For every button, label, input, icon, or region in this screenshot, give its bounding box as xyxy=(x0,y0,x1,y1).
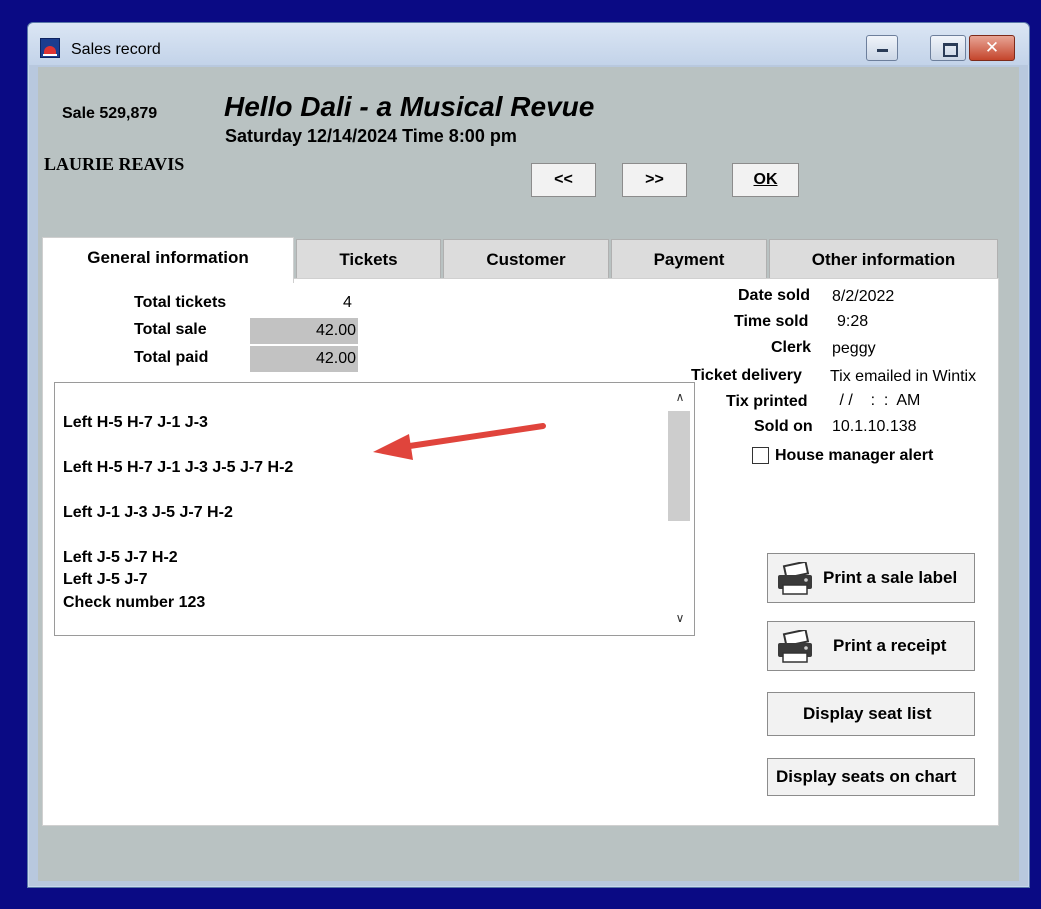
notes-line-text: Left H-5 H-7 J-1 J-3 J-5 J-7 H-2 xyxy=(63,459,294,476)
scroll-down-icon[interactable]: ∨ xyxy=(672,611,688,627)
maximize-button[interactable] xyxy=(930,35,966,61)
time-sold-value: 9:28 xyxy=(837,313,869,330)
tab-label: Payment xyxy=(653,250,725,269)
tab-general-information[interactable]: General information xyxy=(42,237,294,283)
tab-payment[interactable]: Payment xyxy=(611,239,767,279)
close-icon: ✕ xyxy=(984,38,1000,58)
client-area: Sale 529,879 Hello Dali - a Musical Revu… xyxy=(38,67,1019,881)
sold-on-label: Sold on xyxy=(754,418,813,435)
total-sale-label: Total sale xyxy=(134,321,207,338)
display-seats-on-chart-button[interactable]: Display seats on chart xyxy=(767,758,975,796)
tab-tickets[interactable]: Tickets xyxy=(296,239,441,279)
ticket-delivery-label: Ticket delivery xyxy=(691,367,802,384)
notes-line: Left J-5 J-7 xyxy=(63,571,148,588)
time-sold-label: Time sold xyxy=(734,313,809,330)
scroll-up-icon[interactable]: ∧ xyxy=(672,390,688,406)
notes-line: Left H-5 H-7 J-1 J-3 J-5 J-7 H-2 xyxy=(63,459,293,477)
print-receipt-button[interactable]: Print a receipt xyxy=(767,621,975,671)
tab-customer[interactable]: Customer xyxy=(443,239,609,279)
total-paid-value: 42.00 xyxy=(250,346,358,372)
next-record-button[interactable]: >> xyxy=(622,163,687,197)
minimize-button[interactable] xyxy=(866,35,898,61)
tab-label: Other information xyxy=(811,250,956,269)
display-seat-list-text: Display seat list xyxy=(803,704,932,723)
sales-record-window: Sales record ✕ Sale 529,879 Hello Dali -… xyxy=(27,22,1030,888)
sale-number: Sale 529,879 xyxy=(62,105,158,122)
customer-name: LAURIE REAVIS xyxy=(44,154,185,174)
ok-button[interactable]: OK xyxy=(732,163,799,197)
general-information-panel: Total tickets 4 Total sale 42.00 Total p… xyxy=(42,278,999,826)
notes-line: Check number 123 xyxy=(63,594,206,611)
total-tickets-label: Total tickets xyxy=(134,294,227,311)
ticket-delivery-value: Tix emailed in Wintix xyxy=(830,368,977,385)
tix-printed-label: Tix printed xyxy=(726,393,808,410)
previous-record-button[interactable]: << xyxy=(531,163,596,197)
scroll-thumb[interactable] xyxy=(668,411,690,521)
printer-icon xyxy=(778,562,812,595)
tab-label: General information xyxy=(87,248,249,267)
date-sold-value: 8/2/2022 xyxy=(832,288,895,305)
notes-line: Left J-5 J-7 H-2 xyxy=(63,549,178,566)
house-manager-alert-checkbox[interactable] xyxy=(752,447,769,464)
tab-other-information[interactable]: Other information xyxy=(769,239,998,279)
sold-on-value: 10.1.10.138 xyxy=(832,418,917,435)
title-bar[interactable]: Sales record ✕ xyxy=(28,23,1029,65)
close-button[interactable]: ✕ xyxy=(969,35,1015,61)
window-title: Sales record xyxy=(71,41,161,58)
tab-label: Tickets xyxy=(339,250,398,269)
tix-printed-value: / / : : AM xyxy=(835,392,921,409)
house-manager-alert-label: House manager alert xyxy=(775,447,934,464)
printer-icon xyxy=(778,630,812,663)
notes-scrollbar[interactable]: ∧ ∨ xyxy=(667,384,693,634)
show-date: Saturday 12/14/2024 Time 8:00 pm xyxy=(225,126,517,146)
print-sale-label-text: Print a sale label xyxy=(823,568,958,587)
print-receipt-text: Print a receipt xyxy=(833,636,947,655)
ok-label: OK xyxy=(753,171,778,188)
tab-label: Customer xyxy=(486,250,566,269)
notes-line: Left J-1 J-3 J-5 J-7 H-2 xyxy=(63,504,233,521)
clerk-value: peggy xyxy=(832,340,876,357)
annotation-arrow-icon xyxy=(373,423,546,460)
display-seat-list-button[interactable]: Display seat list xyxy=(767,692,975,736)
display-seats-on-chart-text: Display seats on chart xyxy=(776,767,957,786)
print-sale-label-button[interactable]: Print a sale label xyxy=(767,553,975,603)
total-sale-value: 42.00 xyxy=(250,318,358,344)
total-tickets-value: 4 xyxy=(343,294,352,311)
show-title: Hello Dali - a Musical Revue xyxy=(224,91,595,122)
notes-line: Left H-5 H-7 J-1 J-3 xyxy=(63,414,208,431)
date-sold-label: Date sold xyxy=(738,287,811,304)
clerk-label: Clerk xyxy=(771,339,812,356)
total-paid-label: Total paid xyxy=(134,349,209,366)
app-icon xyxy=(40,38,60,58)
